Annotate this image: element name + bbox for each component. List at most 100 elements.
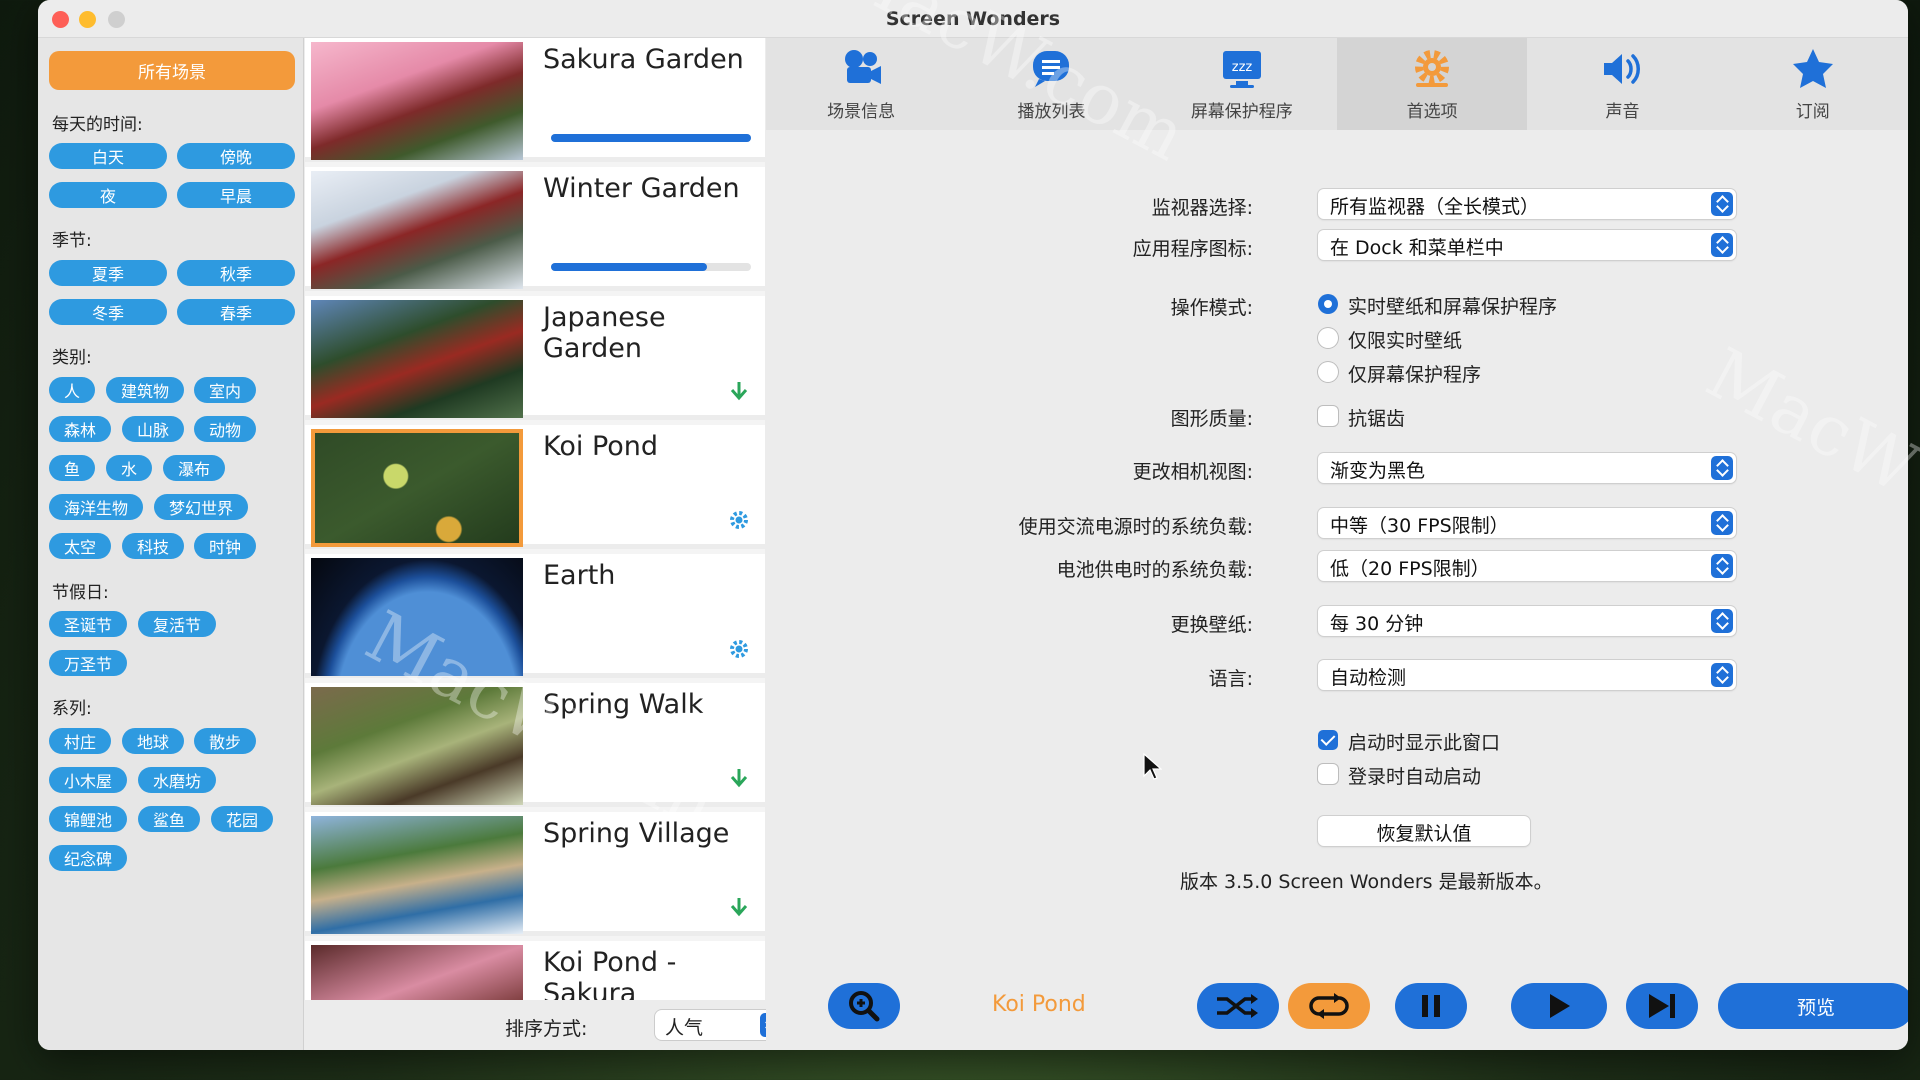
tag-cabin[interactable]: 小木屋	[49, 767, 127, 793]
sort-label: 排序方式:	[505, 1018, 588, 1040]
tag-koi-pond[interactable]: 锦鲤池	[49, 806, 127, 832]
tag-space[interactable]: 太空	[49, 533, 111, 559]
tag-walk[interactable]: 散步	[194, 728, 256, 754]
mode-label: 操作模式:	[1170, 297, 1253, 319]
tag-forest[interactable]: 森林	[49, 416, 111, 442]
tag-evening[interactable]: 傍晚	[177, 143, 295, 169]
wallpaper-change-select[interactable]: 每 30 分钟	[1318, 606, 1736, 636]
ac-load-select[interactable]: 中等（30 FPS限制）	[1318, 508, 1736, 538]
tag-village[interactable]: 村庄	[49, 728, 111, 754]
shuffle-button[interactable]	[1197, 983, 1279, 1029]
app-window: Screen Wonders 所有场景 每天的时间: 白天 傍晚 夜 早晨 季节…	[38, 0, 1908, 1050]
mode-radio-live-only[interactable]	[1318, 328, 1338, 348]
battery-load-select[interactable]: 低（20 FPS限制）	[1318, 551, 1736, 581]
zoom-button[interactable]	[828, 983, 900, 1029]
scene-item[interactable]: Winter Garden	[305, 167, 765, 291]
tag-spring[interactable]: 春季	[177, 299, 295, 325]
tag-buildings[interactable]: 建筑物	[106, 377, 184, 403]
quality-label: 图形质量:	[1170, 408, 1253, 430]
tag-animals[interactable]: 动物	[194, 416, 256, 442]
all-scenes-button[interactable]: 所有场景	[49, 51, 295, 90]
filter-sidebar: 所有场景 每天的时间: 白天 傍晚 夜 早晨 季节: 夏季 秋季 冬季 春季 类…	[38, 38, 304, 1050]
tag-waterfall[interactable]: 瀑布	[163, 455, 225, 481]
antialias-checkbox[interactable]	[1318, 406, 1338, 426]
tab-preferences[interactable]: 首选项	[1336, 38, 1528, 130]
ac-load-value: 中等（30 FPS限制）	[1330, 515, 1509, 537]
select-stepper-icon	[1711, 554, 1733, 578]
tag-summer[interactable]: 夏季	[49, 260, 167, 286]
tag-indoor[interactable]: 室内	[194, 377, 256, 403]
pause-button[interactable]	[1395, 983, 1467, 1029]
tag-garden[interactable]: 花园	[211, 806, 273, 832]
sort-bar: 排序方式: 人气	[305, 1000, 785, 1050]
scene-item[interactable]: Koi Pond	[305, 425, 765, 549]
tab-label: 播放列表	[1017, 102, 1086, 122]
scene-thumbnail	[311, 429, 523, 547]
tab-scene-info[interactable]: 场景信息	[766, 38, 956, 130]
tab-sound[interactable]: 声音	[1527, 38, 1717, 130]
scene-list: Sakura Garden Winter Garden Japanese Gar…	[305, 38, 765, 1000]
download-icon[interactable]	[727, 895, 751, 919]
scene-item[interactable]: Japanese Garden	[305, 296, 765, 420]
tag-water[interactable]: 水	[106, 455, 152, 481]
play-icon	[1550, 994, 1570, 1018]
scene-item[interactable]: Earth	[305, 554, 765, 678]
select-stepper-icon	[1711, 511, 1733, 535]
scene-item[interactable]: Spring Walk	[305, 683, 765, 807]
tag-watermill[interactable]: 水磨坊	[138, 767, 216, 793]
scene-item[interactable]: Sakura Garden	[305, 38, 765, 162]
tag-morning[interactable]: 早晨	[177, 182, 295, 208]
wallpaper-change-label: 更换壁纸:	[1170, 614, 1253, 636]
scene-item[interactable]: Koi Pond - Sakura	[305, 941, 765, 1000]
svg-text:zzz: zzz	[1232, 60, 1253, 75]
tag-fantasy[interactable]: 梦幻世界	[154, 494, 248, 520]
tag-christmas[interactable]: 圣诞节	[49, 611, 127, 637]
tag-monument[interactable]: 纪念碑	[49, 845, 127, 871]
download-progress	[551, 263, 751, 271]
tag-people[interactable]: 人	[49, 377, 95, 403]
tag-marine-life[interactable]: 海洋生物	[49, 494, 143, 520]
restore-defaults-button[interactable]: 恢复默认值	[1318, 816, 1530, 846]
play-button[interactable]	[1511, 983, 1607, 1029]
monitor-select[interactable]: 所有监视器（全长模式）	[1318, 189, 1736, 219]
launch-at-login-checkbox[interactable]	[1318, 764, 1338, 784]
preview-label: 预览	[1796, 996, 1835, 1019]
tab-screensaver[interactable]: zzz 屏幕保护程序	[1147, 38, 1337, 130]
tag-autumn[interactable]: 秋季	[177, 260, 295, 286]
download-icon[interactable]	[727, 766, 751, 790]
tag-halloween[interactable]: 万圣节	[49, 650, 127, 676]
tag-fish[interactable]: 鱼	[49, 455, 95, 481]
download-progress	[551, 134, 751, 142]
tab-playlist[interactable]: 播放列表	[956, 38, 1146, 130]
show-on-launch-checkbox[interactable]	[1318, 730, 1338, 750]
app-icon-select[interactable]: 在 Dock 和菜单栏中	[1318, 230, 1736, 260]
tag-technology[interactable]: 科技	[122, 533, 184, 559]
repeat-button[interactable]	[1288, 983, 1370, 1029]
tag-winter[interactable]: 冬季	[49, 299, 167, 325]
speaker-icon	[1604, 54, 1641, 84]
language-select[interactable]: 自动检测	[1318, 660, 1736, 690]
tab-subscription[interactable]: 订阅	[1718, 38, 1908, 130]
tag-mountains[interactable]: 山脉	[122, 416, 184, 442]
screensaver-icon: zzz	[1222, 51, 1261, 88]
sort-value: 人气	[665, 1017, 704, 1039]
camera-select[interactable]: 渐变为黑色	[1318, 453, 1736, 483]
tag-daytime[interactable]: 白天	[49, 143, 167, 169]
tag-night[interactable]: 夜	[49, 182, 167, 208]
download-icon[interactable]	[727, 379, 751, 403]
scene-item[interactable]: Spring Village	[305, 812, 765, 936]
mode-radio-saver-only[interactable]	[1318, 362, 1338, 382]
tab-label: 首选项	[1406, 102, 1458, 122]
tag-earth[interactable]: 地球	[122, 728, 184, 754]
next-button[interactable]	[1626, 983, 1698, 1029]
tag-clocks[interactable]: 时钟	[194, 533, 256, 559]
gear-icon[interactable]	[727, 508, 751, 532]
preferences-panel: 监视器选择: 所有监视器（全长模式） 应用程序图标: 在 Dock 和菜单栏中 …	[766, 130, 1908, 970]
gear-icon[interactable]	[727, 637, 751, 661]
preview-button[interactable]: 预览	[1718, 983, 1908, 1029]
scene-name: Japanese Garden	[543, 302, 666, 364]
tag-easter[interactable]: 复活节	[138, 611, 216, 637]
shuffle-icon	[1217, 994, 1258, 1018]
tag-shark[interactable]: 鲨鱼	[138, 806, 200, 832]
mode-radio-live-and-saver[interactable]	[1318, 294, 1338, 314]
